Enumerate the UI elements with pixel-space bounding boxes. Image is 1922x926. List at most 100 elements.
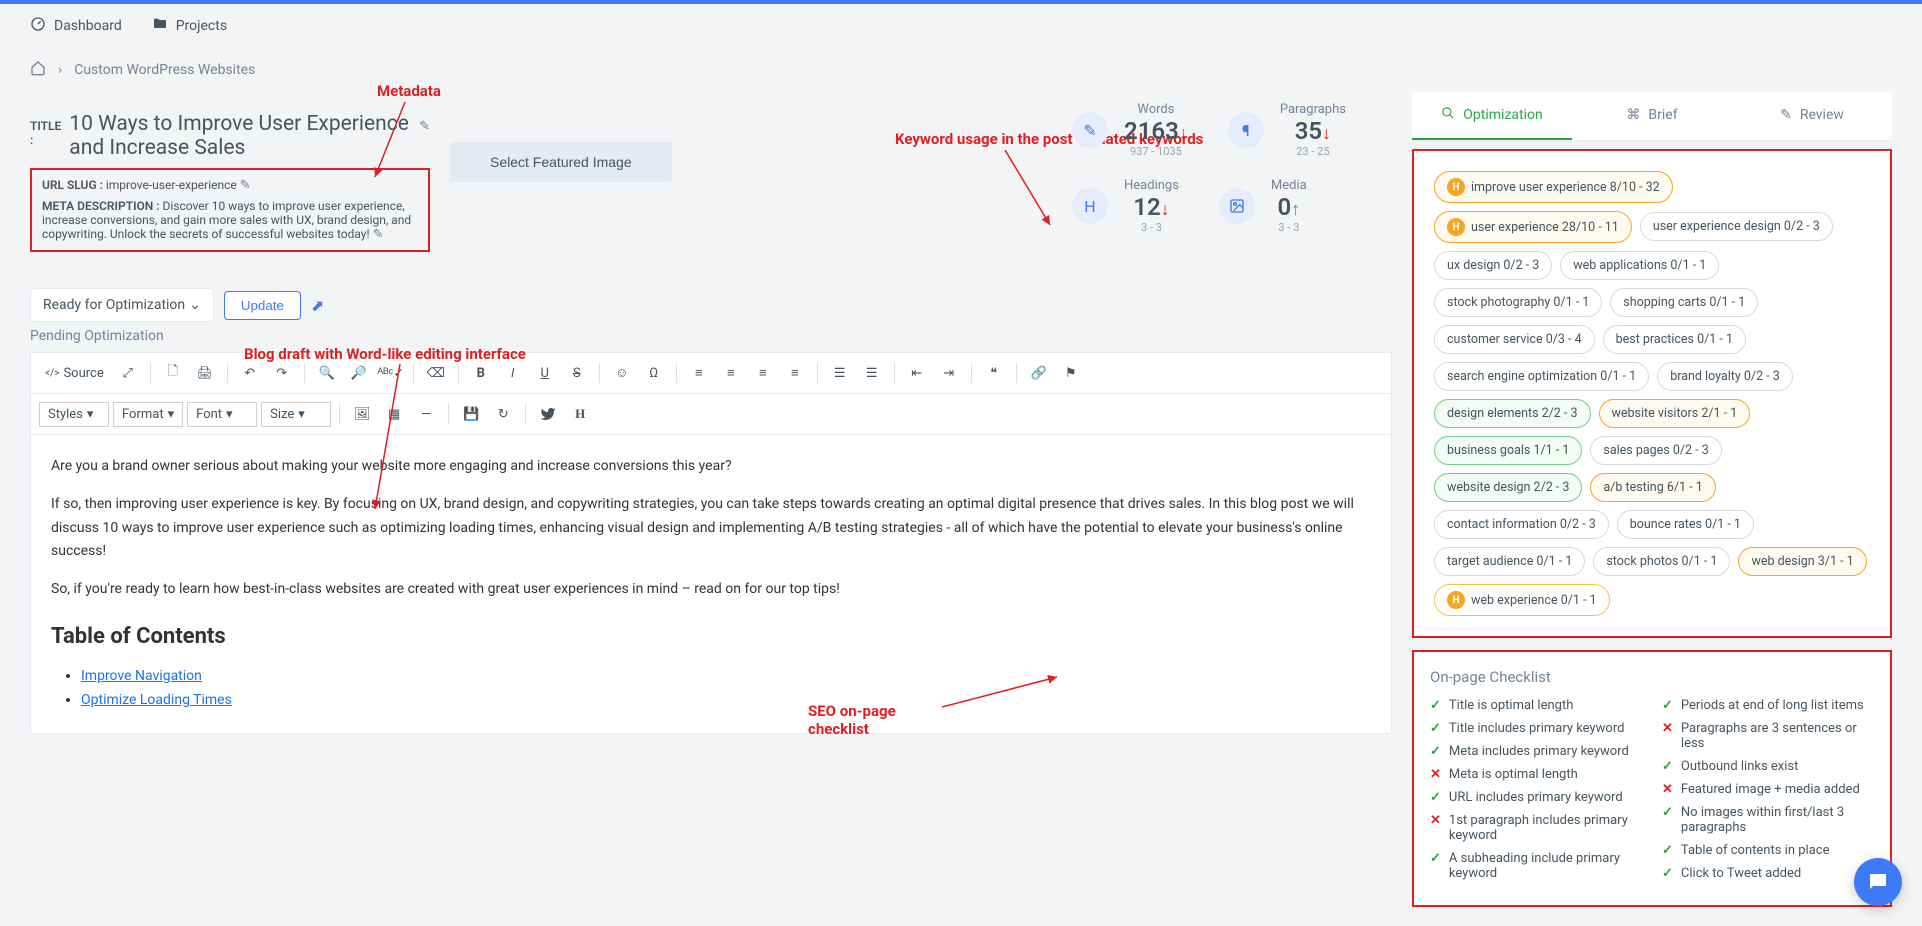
expand-icon[interactable]: ⤢ [114,359,142,387]
ul-icon[interactable]: ☰ [858,359,886,387]
keyword-chip[interactable]: website visitors 2/1 - 1 [1599,399,1751,428]
edit-title-icon[interactable]: ✎ [419,119,430,134]
keyword-chip[interactable]: website design 2/2 - 3 [1434,473,1582,502]
gauge-icon [30,16,46,36]
editor-toolbar: </>Source ⤢ 🗋 🖨 ↶ ↷ 🔍 🔎 ᴬᴮᶜ✓ ⌫ B I U S [31,353,1391,394]
keyword-chip[interactable]: brand loyalty 0/2 - 3 [1657,362,1793,391]
nav-projects-label: Projects [176,18,227,34]
align-left-icon[interactable]: ≡ [685,359,713,387]
replace-icon[interactable]: 🔎 [345,359,373,387]
stat-para-range: 23 - 25 [1280,145,1346,158]
stat-words-range: 937 - 1035 [1124,145,1188,158]
keyword-chip[interactable]: web applications 0/1 - 1 [1560,251,1719,280]
nav-projects[interactable]: Projects [152,16,227,36]
checklist-item: ✓A subheading include primary keyword [1430,851,1642,881]
search-icon [1441,106,1455,124]
keyword-text: brand loyalty 0/2 - 3 [1670,369,1780,384]
nav-dashboard[interactable]: Dashboard [30,16,122,36]
align-justify-icon[interactable]: ≡ [781,359,809,387]
underline-icon[interactable]: U [531,359,559,387]
keyword-chip[interactable]: target audience 0/1 - 1 [1434,547,1585,576]
checklist-text: Meta is optimal length [1449,767,1578,782]
strike-icon[interactable]: S [563,359,591,387]
keyword-chip[interactable]: business goals 1/1 - 1 [1434,436,1582,465]
chat-button[interactable] [1854,858,1902,906]
keyword-chip[interactable]: Huser experience 28/10 - 11 [1434,211,1632,243]
undo-icon[interactable]: ↶ [236,359,264,387]
link-icon[interactable]: 🔗 [1025,359,1053,387]
keyword-chip[interactable]: bounce rates 0/1 - 1 [1617,510,1754,539]
edit-slug-icon[interactable]: ✎ [240,178,251,193]
tab-optimization[interactable]: Optimization [1412,92,1572,140]
outdent-icon[interactable]: ⇤ [903,359,931,387]
featured-image-button[interactable]: Select Featured Image [450,142,672,182]
removefmt-icon[interactable]: ⌫ [422,359,450,387]
breadcrumb-item[interactable]: Custom WordPress Websites [74,62,255,78]
align-right-icon[interactable]: ≡ [749,359,777,387]
nav-dashboard-label: Dashboard [54,18,122,34]
print-icon[interactable]: 🖨 [191,359,219,387]
edit-desc-icon[interactable]: ✎ [373,227,384,242]
flag-icon[interactable]: ⚑ [1057,359,1085,387]
bold-icon[interactable]: B [467,359,495,387]
toc-link[interactable]: Improve Navigation [81,668,202,684]
checklist-text: 1st paragraph includes primary keyword [1449,813,1642,843]
editor-body[interactable]: Are you a brand owner serious about maki… [31,435,1391,733]
twitter-icon[interactable] [534,400,562,428]
ol-icon[interactable]: ☰ [826,359,854,387]
table-icon[interactable]: ▦ [380,400,408,428]
italic-icon[interactable]: I [499,359,527,387]
status-select[interactable]: Ready for Optimization⌄ [30,288,214,322]
tab-review[interactable]: ✎ Review [1732,92,1892,140]
keyword-chip[interactable]: stock photography 0/1 - 1 [1434,288,1602,317]
save-icon[interactable]: 💾 [457,400,485,428]
tab-brief[interactable]: ⌘ Brief [1572,92,1732,140]
refresh-icon[interactable]: ↻ [489,400,517,428]
keyword-text: customer service 0/3 - 4 [1447,332,1582,347]
redo-icon[interactable]: ↷ [268,359,296,387]
stat-para-label: Paragraphs [1280,102,1346,117]
keyword-chip[interactable]: stock photos 0/1 - 1 [1593,547,1730,576]
toc-link[interactable]: Optimize Loading Times [81,692,232,708]
h-icon[interactable]: H [566,400,594,428]
keyword-chip[interactable]: contact information 0/2 - 3 [1434,510,1609,539]
toc-heading: Table of Contents [51,618,1371,655]
pending-status: Pending Optimization [30,328,1392,344]
keyword-chip[interactable]: web design 3/1 - 1 [1738,547,1866,576]
align-center-icon[interactable]: ≡ [717,359,745,387]
popout-icon[interactable]: ⬈ [311,296,324,315]
home-icon[interactable] [30,60,46,80]
keyword-chip[interactable]: shopping carts 0/1 - 1 [1610,288,1758,317]
keyword-chip[interactable]: Himprove user experience 8/10 - 32 [1434,171,1673,203]
keyword-chip[interactable]: ux design 0/2 - 3 [1434,251,1552,280]
emoji-icon[interactable]: ☺ [608,359,636,387]
newpage-icon[interactable]: 🗋 [159,359,187,387]
format-select[interactable]: Format▾ [113,402,183,427]
keyword-chip[interactable]: customer service 0/3 - 4 [1434,325,1595,354]
keyword-text: design elements 2/2 - 3 [1447,406,1578,421]
paragraph: Are you a brand owner serious about maki… [51,455,1371,479]
omega-icon[interactable]: Ω [640,359,668,387]
indent-icon[interactable]: ⇥ [935,359,963,387]
size-select[interactable]: Size▾ [261,402,331,427]
quote-icon[interactable]: ❝ [980,359,1008,387]
search-icon[interactable]: 🔍 [313,359,341,387]
update-button[interactable]: Update [224,291,301,320]
keyword-chip[interactable]: sales pages 0/2 - 3 [1590,436,1721,465]
checklist-item: ✓Table of contents in place [1662,843,1874,858]
keyword-chip[interactable]: user experience design 0/2 - 3 [1640,212,1833,241]
keyword-chip[interactable]: a/b testing 6/1 - 1 [1590,473,1715,502]
keyword-chip[interactable]: design elements 2/2 - 3 [1434,399,1591,428]
spellcheck-icon[interactable]: ᴬᴮᶜ✓ [377,359,405,387]
checklist-text: Click to Tweet added [1681,866,1801,881]
styles-select[interactable]: Styles▾ [39,402,109,427]
hr-icon[interactable]: — [412,400,440,428]
source-button[interactable]: </>Source [39,359,110,387]
image-icon[interactable]: 🖼 [348,400,376,428]
font-select[interactable]: Font▾ [187,402,257,427]
keyword-text: user experience 28/10 - 11 [1471,220,1619,235]
keyword-text: website design 2/2 - 3 [1447,480,1569,495]
keyword-chip[interactable]: best practices 0/1 - 1 [1603,325,1746,354]
keyword-chip[interactable]: Hweb experience 0/1 - 1 [1434,584,1610,616]
keyword-chip[interactable]: search engine optimization 0/1 - 1 [1434,362,1649,391]
